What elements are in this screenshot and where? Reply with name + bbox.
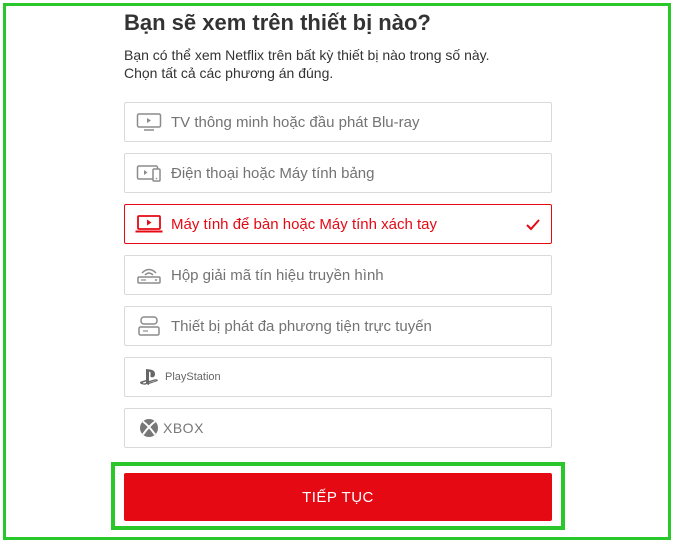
option-label: TV thông minh hoặc đầu phát Blu-ray <box>171 113 420 131</box>
option-label: PlayStation <box>165 371 221 383</box>
tv-icon <box>135 111 163 133</box>
set-top-box-icon <box>135 264 163 286</box>
page-subtitle: Bạn có thể xem Netflix trên bất kỳ thiết… <box>124 46 564 82</box>
xbox-logo-icon <box>135 417 163 439</box>
subtitle-line-1: Bạn có thể xem Netflix trên bất kỳ thiết… <box>124 47 490 63</box>
playstation-logo-icon <box>135 366 163 388</box>
option-smart-tv[interactable]: TV thông minh hoặc đầu phát Blu-ray <box>124 102 552 142</box>
phone-tablet-icon <box>135 162 163 184</box>
page-title: Bạn sẽ xem trên thiết bị nào? <box>124 10 431 35</box>
laptop-icon <box>135 213 163 235</box>
check-icon <box>525 214 541 234</box>
device-options-list: TV thông minh hoặc đầu phát Blu-ray Điện… <box>124 102 552 459</box>
option-label: XBOX <box>163 420 204 436</box>
option-label: Máy tính để bàn hoặc Máy tính xách tay <box>171 215 437 233</box>
option-streaming-device[interactable]: Thiết bị phát đa phương tiện trực tuyến <box>124 306 552 346</box>
continue-button[interactable]: TIẾP TỤC <box>124 473 552 521</box>
option-phone-tablet[interactable]: Điện thoại hoặc Máy tính bảng <box>124 153 552 193</box>
option-label: Hộp giải mã tín hiệu truyền hình <box>171 266 384 284</box>
subtitle-line-2: Chọn tất cả các phương án đúng. <box>124 65 334 81</box>
streaming-device-icon <box>135 315 163 337</box>
option-set-top-box[interactable]: Hộp giải mã tín hiệu truyền hình <box>124 255 552 295</box>
option-xbox[interactable]: XBOX <box>124 408 552 448</box>
option-desktop-laptop[interactable]: Máy tính để bàn hoặc Máy tính xách tay <box>124 204 552 244</box>
option-playstation[interactable]: PlayStation <box>124 357 552 397</box>
option-label: Thiết bị phát đa phương tiện trực tuyến <box>171 317 432 335</box>
option-label: Điện thoại hoặc Máy tính bảng <box>171 164 375 182</box>
